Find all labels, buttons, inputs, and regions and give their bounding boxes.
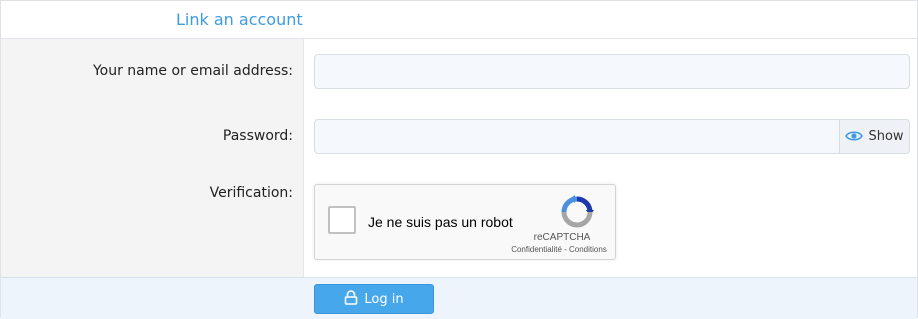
show-label: Show [868, 129, 904, 144]
name-email-input[interactable] [314, 54, 910, 89]
recaptcha-logo-icon [559, 194, 595, 230]
show-password-button[interactable]: Show [839, 120, 909, 153]
link-account-panel: Link an account Your name or email addre… [0, 0, 918, 319]
recaptcha-checkbox-text: Je ne suis pas un robot [368, 214, 513, 230]
password-field: Show [314, 119, 910, 154]
recaptcha-checkbox[interactable] [328, 206, 356, 234]
page-title: Link an account [176, 10, 303, 29]
form-footer: Log in [1, 277, 917, 319]
panel-header: Link an account [1, 1, 917, 39]
password-label: Password: [222, 128, 293, 144]
label-column: Your name or email address: Password: Ve… [1, 39, 304, 277]
login-label: Log in [364, 291, 404, 307]
password-input[interactable] [315, 120, 841, 153]
name-label: Your name or email address: [92, 63, 293, 79]
eye-icon [845, 127, 864, 146]
recaptcha-widget: Je ne suis pas un robot reCAPTCHA Confid… [314, 184, 616, 260]
login-button[interactable]: Log in [314, 284, 434, 314]
recaptcha-brand: reCAPTCHA [533, 232, 591, 243]
form-body: Your name or email address: Password: Ve… [1, 39, 917, 277]
lock-icon [344, 289, 358, 309]
recaptcha-links[interactable]: Confidentialité - Conditions [501, 245, 617, 254]
verification-label: Verification: [209, 185, 293, 201]
